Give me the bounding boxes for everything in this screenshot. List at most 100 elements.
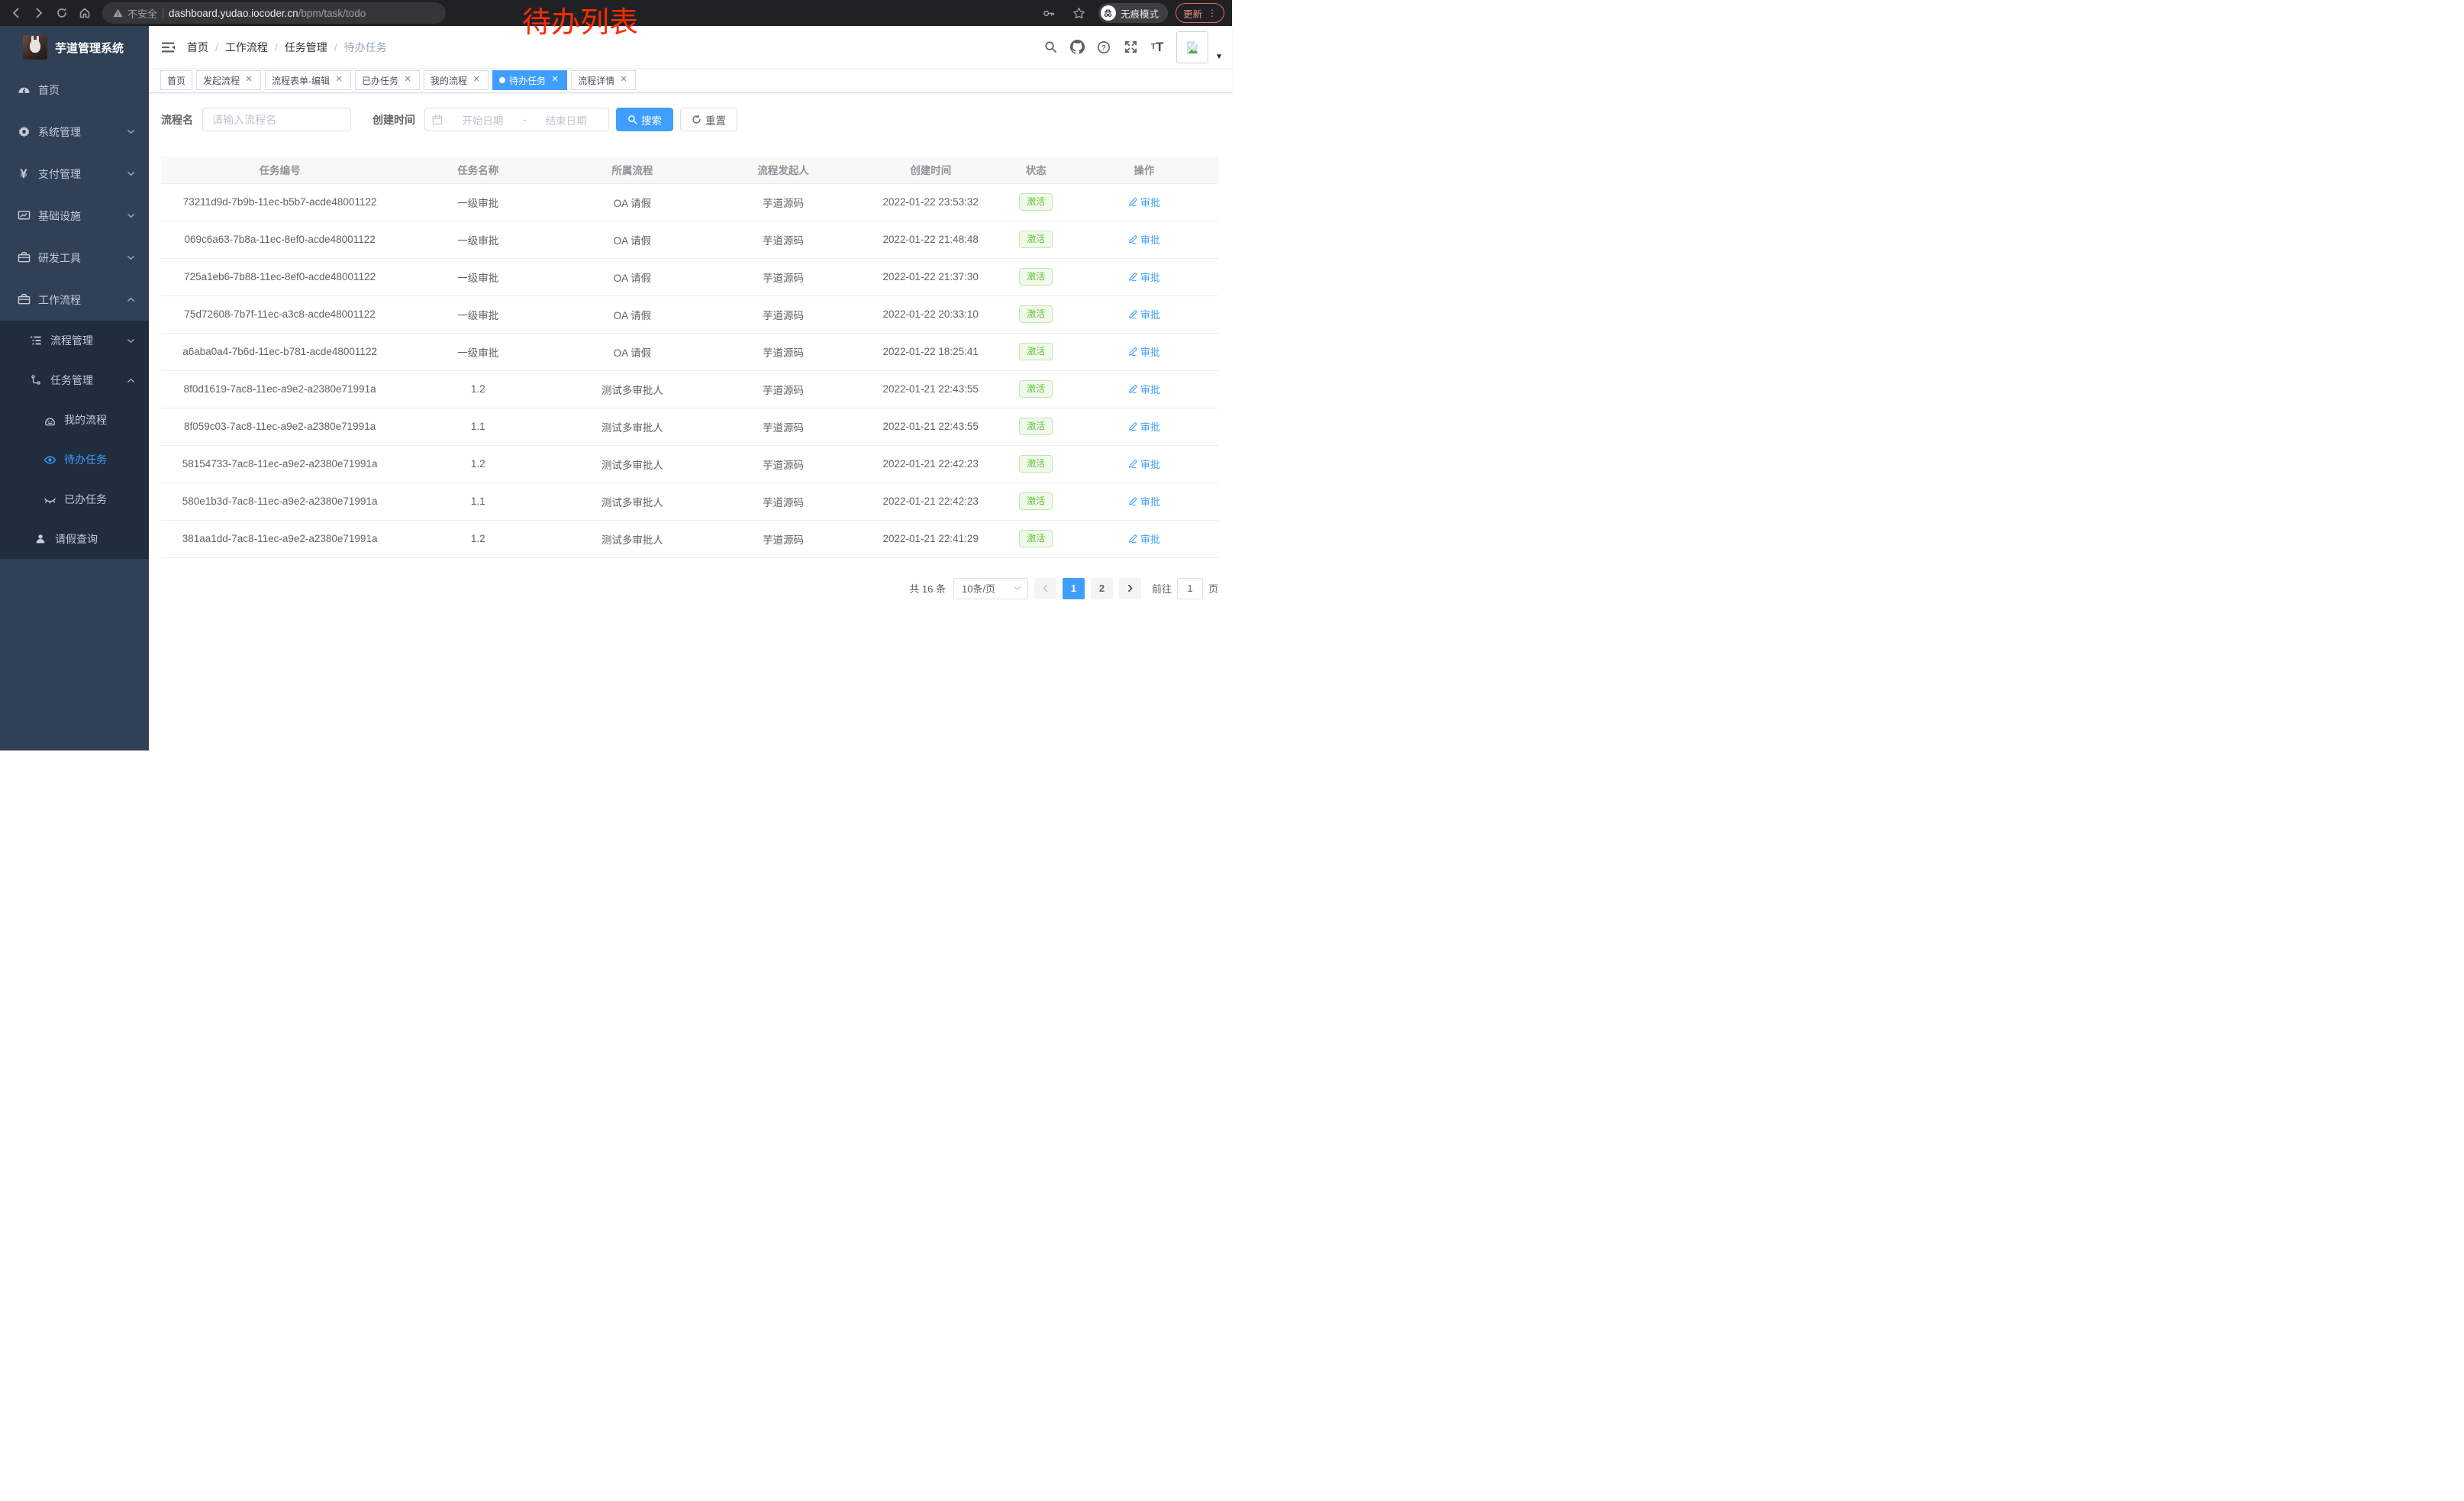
tab-process-detail[interactable]: 流程详情✕ — [571, 70, 636, 90]
page-button-1[interactable]: 1 — [1063, 578, 1085, 599]
start-date-placeholder[interactable]: 开始日期 — [447, 112, 518, 128]
browser-update-button[interactable]: 更新 ⋮ — [1176, 3, 1224, 23]
table-row: 725a1eb6-7b88-11ec-8ef0-acde48001122 一级审… — [161, 258, 1218, 295]
sidebar-toggle-icon[interactable] — [149, 40, 187, 55]
browser-reload-icon[interactable] — [50, 2, 73, 24]
sidebar-item-my-process[interactable]: 我的流程 — [0, 400, 149, 440]
sidebar-item-done-tasks[interactable]: 已办任务 — [0, 479, 149, 519]
page-button-2[interactable]: 2 — [1091, 578, 1113, 599]
avatar[interactable] — [1176, 31, 1208, 63]
approve-button[interactable]: 审批 — [1128, 531, 1160, 546]
url-text[interactable]: dashboard.yudao.iocoder.cn/bpm/task/todo — [169, 8, 366, 19]
address-bar[interactable]: 不安全 dashboard.yudao.iocoder.cn/bpm/task/… — [102, 2, 446, 24]
browser-back-icon[interactable] — [5, 2, 27, 24]
prev-page-button[interactable] — [1034, 578, 1056, 599]
bookmark-star-icon[interactable] — [1068, 2, 1091, 24]
sidebar-item-process-management[interactable]: 流程管理 — [0, 321, 149, 360]
next-page-button[interactable] — [1119, 578, 1141, 599]
site-security-indicator[interactable]: 不安全 — [113, 6, 157, 21]
sidebar-item-workflow[interactable]: 工作流程 — [0, 279, 149, 321]
approve-button[interactable]: 审批 — [1128, 457, 1160, 471]
fullscreen-icon[interactable] — [1120, 32, 1141, 63]
sidebar-item-todo-tasks[interactable]: 待办任务 — [0, 440, 149, 479]
approve-button[interactable]: 审批 — [1128, 270, 1160, 284]
tab-start-process[interactable]: 发起流程✕ — [196, 70, 261, 90]
sidebar-item-dev-tools[interactable]: 研发工具 — [0, 237, 149, 279]
close-icon[interactable]: ✕ — [402, 75, 413, 86]
reset-button[interactable]: 重置 — [680, 108, 737, 131]
github-icon[interactable] — [1066, 32, 1088, 63]
close-icon[interactable]: ✕ — [334, 75, 344, 86]
close-icon[interactable]: ✕ — [243, 75, 254, 86]
filter-form: 流程名 创建时间 开始日期 - 结束日期 搜索 重置 — [161, 108, 1218, 131]
browser-home-icon[interactable] — [73, 2, 96, 24]
task-id-cell: 725a1eb6-7b88-11ec-8ef0-acde48001122 — [161, 258, 398, 295]
help-icon[interactable]: ? — [1093, 32, 1114, 63]
created-cell: 2022-01-21 22:43:55 — [859, 370, 1002, 408]
tab-done-tasks[interactable]: 已办任务✕ — [355, 70, 420, 90]
process-cell: OA 请假 — [557, 258, 707, 295]
table-row: 8f059c03-7ac8-11ec-a9e2-a2380e71991a 1.1… — [161, 408, 1218, 445]
process-cell: OA 请假 — [557, 221, 707, 258]
incognito-chip: 无痕模式 — [1098, 3, 1168, 23]
approve-button[interactable]: 审批 — [1128, 419, 1160, 434]
table-row: 58154733-7ac8-11ec-a9e2-a2380e71991a 1.2… — [161, 445, 1218, 483]
search-button[interactable]: 搜索 — [616, 108, 673, 131]
sidebar-item-system[interactable]: 系统管理 — [0, 111, 149, 153]
close-icon[interactable]: ✕ — [550, 75, 560, 86]
col-status: 状态 — [1002, 157, 1070, 183]
avatar-caret-icon[interactable]: ▼ — [1215, 53, 1223, 61]
browser-menu-icon: ⋮ — [1208, 8, 1217, 18]
date-range-picker[interactable]: 开始日期 - 结束日期 — [424, 108, 609, 131]
process-cell: OA 请假 — [557, 333, 707, 370]
task-table-body: 73211d9d-7b9b-11ec-b5b7-acde48001122 一级审… — [161, 183, 1218, 557]
approve-button[interactable]: 审批 — [1128, 494, 1160, 508]
page-size-select[interactable]: 10条/页 — [953, 578, 1028, 599]
goto-page-input[interactable] — [1177, 578, 1203, 599]
status-badge: 激活 — [1019, 193, 1053, 211]
breadcrumb-home[interactable]: 首页 — [187, 40, 208, 55]
approve-button[interactable]: 审批 — [1128, 232, 1160, 247]
browser-forward-icon[interactable] — [27, 2, 50, 24]
status-badge: 激活 — [1019, 530, 1053, 548]
monitor-icon — [17, 209, 31, 223]
tab-todo-tasks[interactable]: 待办任务✕ — [492, 70, 567, 90]
sidebar-item-task-management[interactable]: 任务管理 — [0, 360, 149, 400]
approve-button[interactable]: 审批 — [1128, 307, 1160, 321]
approve-button[interactable]: 审批 — [1128, 195, 1160, 209]
flow-tree-icon — [29, 373, 43, 387]
process-name-input[interactable] — [202, 108, 351, 131]
created-cell: 2022-01-22 21:37:30 — [859, 258, 1002, 295]
sidebar-item-home[interactable]: 首页 — [0, 69, 149, 111]
edit-icon — [1128, 310, 1137, 319]
task-id-cell: a6aba0a4-7b6d-11ec-b781-acde48001122 — [161, 333, 398, 370]
sidebar-item-payment[interactable]: ¥ 支付管理 — [0, 153, 149, 195]
close-icon[interactable]: ✕ — [618, 75, 629, 86]
status-badge: 激活 — [1019, 231, 1053, 249]
approve-button[interactable]: 审批 — [1128, 382, 1160, 396]
task-name-cell: 一级审批 — [398, 183, 557, 221]
search-icon[interactable] — [1040, 32, 1061, 63]
task-name-cell: 1.2 — [398, 445, 557, 483]
starter-cell: 芋道源码 — [708, 221, 859, 258]
task-id-cell: 75d72608-7b7f-11ec-a3c8-acde48001122 — [161, 295, 398, 333]
tab-my-process[interactable]: 我的流程✕ — [424, 70, 489, 90]
password-key-icon[interactable] — [1037, 2, 1060, 24]
end-date-placeholder[interactable]: 结束日期 — [531, 112, 601, 128]
app-logo[interactable]: 芋道管理系统 — [0, 26, 149, 69]
goto-label: 前往 — [1152, 581, 1172, 596]
sidebar-item-leave-query[interactable]: 请假查询 — [0, 519, 149, 559]
created-cell: 2022-01-22 18:25:41 — [859, 333, 1002, 370]
approve-button[interactable]: 审批 — [1128, 344, 1160, 359]
task-id-cell: 580e1b3d-7ac8-11ec-a9e2-a2380e71991a — [161, 483, 398, 520]
close-icon[interactable]: ✕ — [471, 75, 482, 86]
breadcrumb-task-management[interactable]: 任务管理 — [285, 40, 327, 55]
tab-home[interactable]: 首页 — [160, 70, 192, 90]
table-row: 73211d9d-7b9b-11ec-b5b7-acde48001122 一级审… — [161, 183, 1218, 221]
font-size-icon[interactable]: TT — [1147, 32, 1168, 63]
tab-form-edit[interactable]: 流程表单-编辑✕ — [265, 70, 351, 90]
breadcrumb-workflow[interactable]: 工作流程 — [225, 40, 268, 55]
starter-cell: 芋道源码 — [708, 333, 859, 370]
sidebar-item-infrastructure[interactable]: 基础设施 — [0, 195, 149, 237]
task-id-cell: 381aa1dd-7ac8-11ec-a9e2-a2380e71991a — [161, 520, 398, 557]
